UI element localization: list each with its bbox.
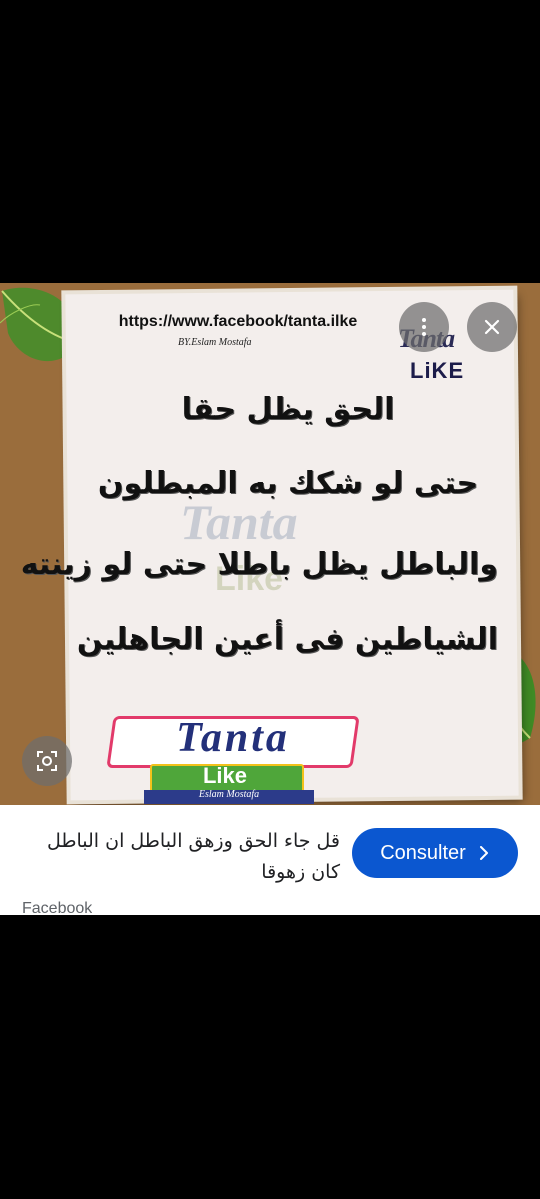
quote-line-3: والباطل يظل باطلا حتى لو زينته bbox=[20, 547, 498, 582]
quote-line-4: الشياطين فى أعين الجاهلين bbox=[76, 622, 498, 657]
consulter-button[interactable]: Consulter bbox=[352, 828, 518, 878]
result-source: Facebook bbox=[22, 900, 93, 915]
lens-search-button[interactable] bbox=[22, 736, 72, 786]
logo-large-like: Like bbox=[202, 763, 248, 788]
chevron-right-icon bbox=[479, 846, 488, 860]
image-byline: BY.Eslam Mostafa bbox=[178, 337, 252, 348]
result-title[interactable]: قل جاء الحق وزهق الباطل ان الباطل كان زه… bbox=[22, 826, 340, 888]
logo-author: Eslam Mostafa bbox=[198, 789, 260, 800]
more-vertical-icon bbox=[422, 318, 426, 336]
close-button[interactable] bbox=[467, 302, 517, 352]
quote-line-1: الحق يظل حقا bbox=[181, 392, 395, 427]
more-options-button[interactable] bbox=[399, 302, 449, 352]
watermark-tanta: Tanta bbox=[180, 494, 298, 550]
consulter-button-label: Consulter bbox=[380, 841, 466, 864]
viewer-background-top bbox=[0, 0, 540, 283]
tanta-like-logo-large: Tanta Like Eslam Mostafa bbox=[100, 710, 360, 804]
close-icon bbox=[484, 319, 500, 335]
logo-large-tanta: Tanta bbox=[176, 715, 290, 761]
image-url-text: https://www.facebook/tanta.ilke bbox=[118, 313, 358, 330]
lens-search-icon bbox=[37, 751, 57, 771]
quote-line-2: حتى لو شكك به المبطلون bbox=[97, 466, 479, 501]
viewer-background-bottom bbox=[0, 915, 540, 1199]
logo-small-like: LiKE bbox=[410, 358, 465, 383]
